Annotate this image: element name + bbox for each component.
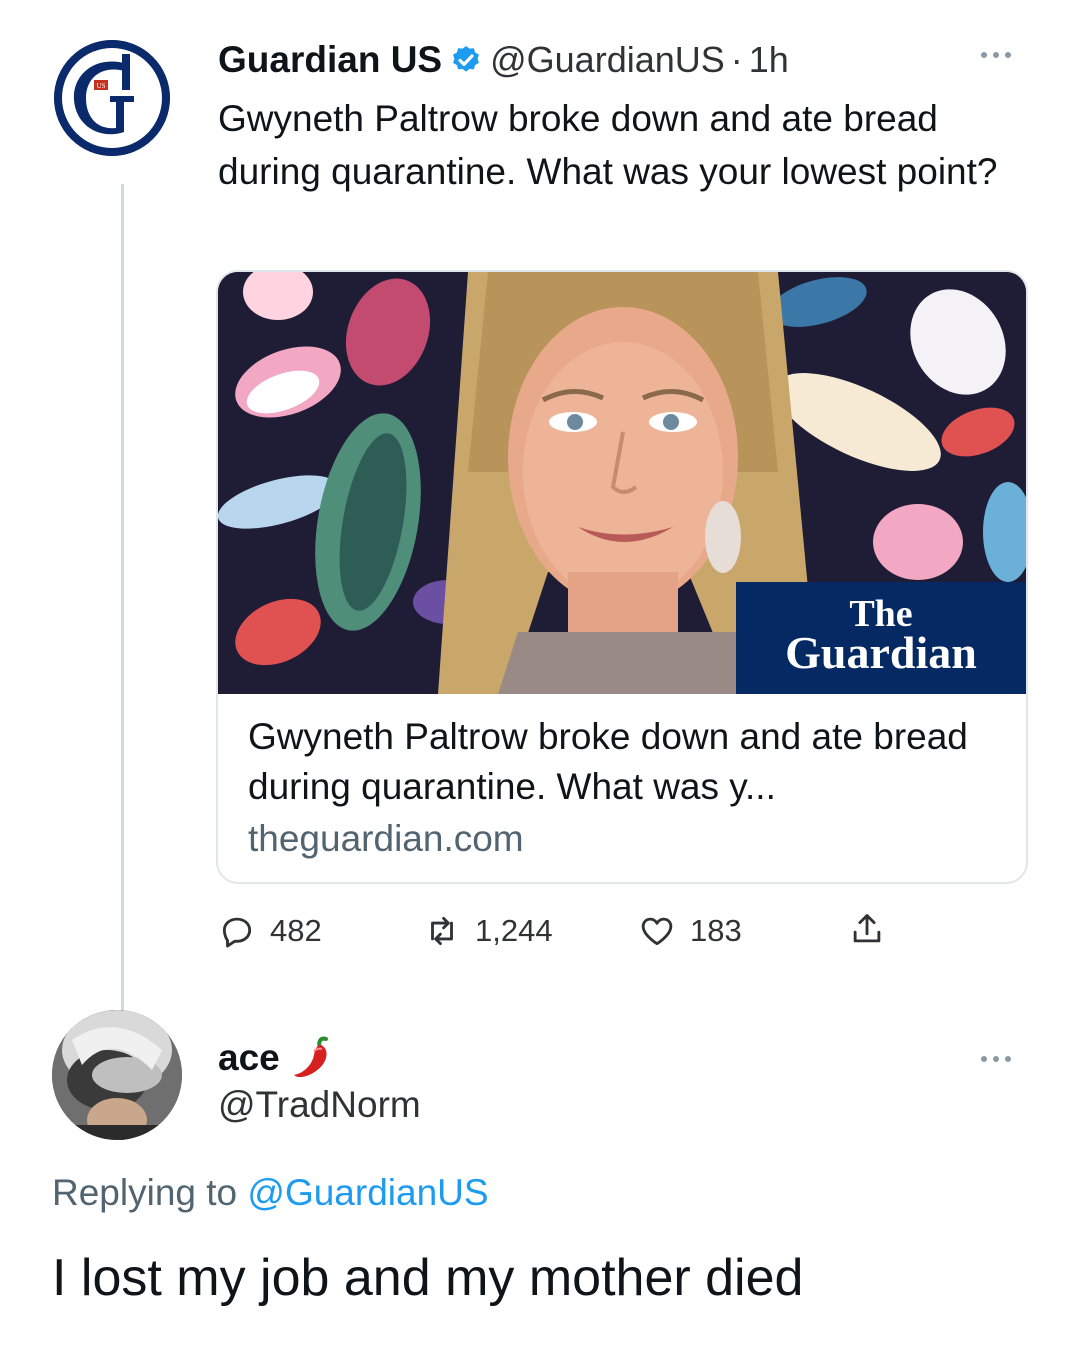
replying-mention-link[interactable]: @GuardianUS xyxy=(247,1172,488,1213)
logo-line-guardian: Guardian xyxy=(785,627,977,678)
reply-name-row: ace xyxy=(218,1034,334,1082)
svg-text:US: US xyxy=(97,82,106,90)
guardian-g-logo-icon: US xyxy=(54,40,170,156)
retweet-button[interactable]: 1,244 xyxy=(423,912,553,950)
like-button[interactable]: 183 xyxy=(638,912,742,950)
chili-pepper-icon xyxy=(293,1036,328,1078)
card-title[interactable]: Gwyneth Paltrow broke down and ate bread… xyxy=(248,712,1008,812)
share-button[interactable] xyxy=(848,910,900,948)
verified-badge-icon xyxy=(453,46,480,72)
reply-button[interactable]: 482 xyxy=(218,912,322,950)
reply-text: I lost my job and my mother died xyxy=(52,1249,804,1307)
replying-to: Replying to @GuardianUS xyxy=(52,1172,489,1214)
display-name[interactable]: Guardian US xyxy=(218,39,442,81)
tweet-header: Guardian US @GuardianUS · 1h xyxy=(218,36,789,84)
guardian-avatar[interactable]: US xyxy=(54,40,170,156)
guardian-logo: The Guardian xyxy=(736,582,1026,694)
reply-display-name[interactable]: ace xyxy=(218,1037,280,1079)
handle[interactable]: @GuardianUS xyxy=(490,39,725,81)
reply-handle[interactable]: @TradNorm xyxy=(218,1084,421,1126)
thread-line xyxy=(121,184,124,1032)
share-icon xyxy=(853,914,881,943)
timestamp[interactable]: 1h xyxy=(749,39,789,81)
replying-prefix: Replying to xyxy=(52,1172,238,1213)
card-domain: theguardian.com xyxy=(248,818,524,859)
reply-count: 482 xyxy=(270,913,322,948)
heart-icon xyxy=(641,917,673,946)
link-card[interactable]: The Guardian Gwyneth Paltrow broke down … xyxy=(216,270,1028,884)
reply-more-options-icon[interactable] xyxy=(976,1052,1016,1066)
retweet-count: 1,244 xyxy=(475,913,553,948)
card-image: The Guardian xyxy=(218,272,1026,694)
ace-avatar[interactable] xyxy=(52,1010,182,1140)
reply-icon xyxy=(222,917,252,948)
like-count: 183 xyxy=(690,913,742,948)
separator-dot: · xyxy=(730,39,743,80)
screenshot-frame: US Guardian US @GuardianUS · 1h Gwyneth … xyxy=(34,34,1034,1315)
retweet-icon xyxy=(431,916,453,946)
tweet-text: Gwyneth Paltrow broke down and ate bread… xyxy=(218,98,998,192)
ace-avatar-image xyxy=(52,1010,182,1140)
more-options-icon[interactable] xyxy=(976,48,1016,62)
